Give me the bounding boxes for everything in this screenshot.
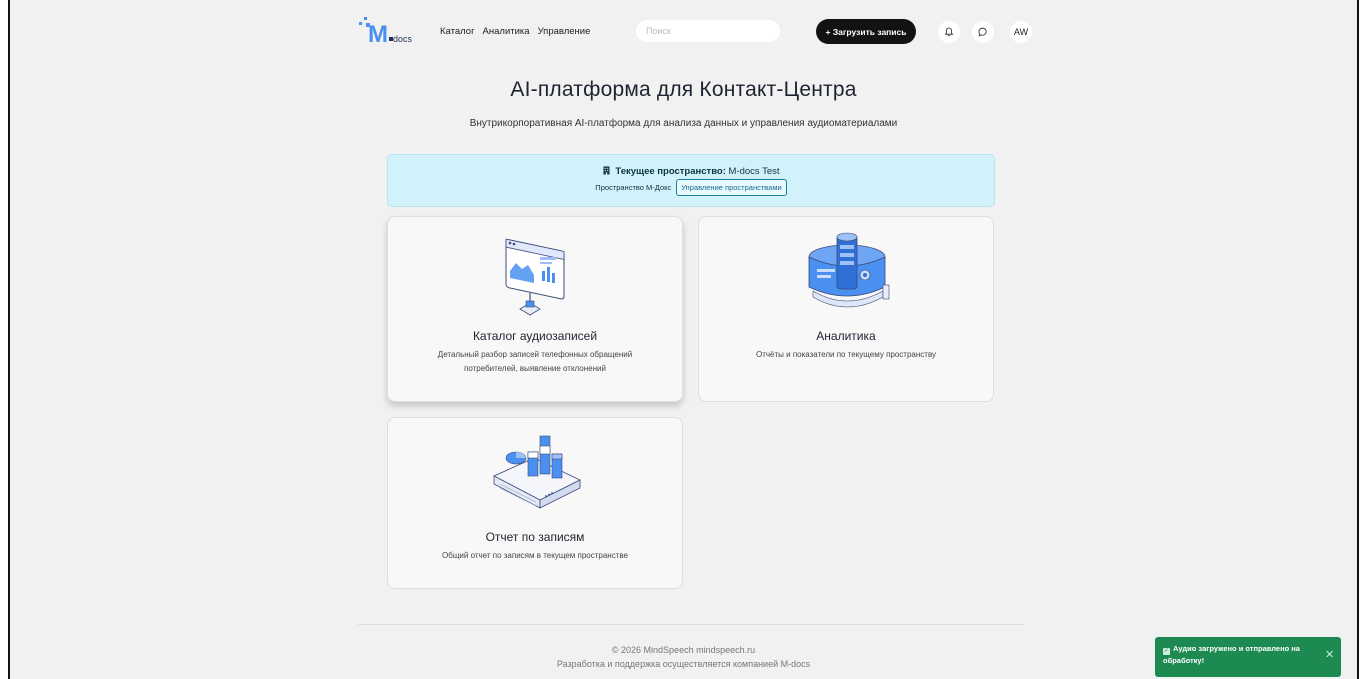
space-org-line: Пространство М-Докс Управление пространс…	[388, 179, 994, 196]
card-records-report[interactable]: Отчет по записям Общий отчет по записям …	[387, 417, 683, 589]
bell-icon	[944, 27, 954, 37]
card-description: Общий отчет по записям в текущем простра…	[408, 549, 662, 563]
app-frame: M docs Каталог Аналитика Управление + За…	[8, 0, 1359, 679]
card-description: Отчёты и показатели по текущему простран…	[719, 348, 973, 362]
footer-divider	[358, 624, 1024, 625]
card-description: Детальный разбор записей телефонных обра…	[408, 348, 662, 376]
svg-text:docs: docs	[393, 34, 413, 44]
main-nav: Каталог Аналитика Управление	[440, 26, 590, 37]
manage-spaces-button[interactable]: Управление пространствами	[676, 179, 787, 196]
user-avatar[interactable]: AW	[1010, 21, 1032, 43]
card-description-line: Детальный разбор записей телефонных обра…	[437, 350, 633, 359]
logo-icon: M docs	[359, 17, 413, 48]
nav-catalog[interactable]: Каталог	[440, 26, 475, 37]
current-space-line: Текущее пространство: M-docs Test	[388, 166, 994, 177]
nav-analytics[interactable]: Аналитика	[483, 26, 530, 37]
close-icon[interactable]: ✕	[1325, 650, 1335, 661]
messages-button[interactable]	[972, 21, 994, 43]
building-icon	[603, 166, 610, 175]
space-org-name: Пространство М-Докс	[595, 183, 672, 192]
card-analytics[interactable]: Аналитика Отчёты и показатели по текущем…	[698, 216, 994, 402]
card-description-line: потребителей, выявление отклонений	[464, 364, 606, 373]
svg-text:M: M	[368, 21, 388, 48]
analytics-illustration-icon	[808, 232, 890, 308]
upload-record-button[interactable]: + Загрузить запись	[816, 19, 916, 44]
checkbox-checked-icon: ✓	[1163, 648, 1170, 655]
card-audio-catalog[interactable]: Каталог аудиозаписей Детальный разбор за…	[387, 216, 683, 402]
notifications-button[interactable]	[938, 21, 960, 43]
search-input[interactable]	[636, 20, 780, 42]
current-space-label: Текущее пространство:	[615, 166, 726, 177]
chat-bubble-icon	[978, 27, 987, 37]
page-title: AI-платформа для Контакт-Центра	[510, 78, 857, 101]
card-description-line: Отчёты и показатели по текущему простран…	[755, 350, 937, 359]
card-title: Отчет по записям	[485, 530, 585, 544]
card-title: Аналитика	[816, 329, 876, 343]
current-space-banner: Текущее пространство: M-docs Test Простр…	[387, 154, 995, 207]
catalog-illustration-icon	[505, 238, 565, 316]
nav-management[interactable]: Управление	[538, 26, 591, 37]
toast-line: обработку!	[1163, 656, 1205, 665]
top-nav: M docs Каталог Аналитика Управление + За…	[358, 14, 1038, 50]
upload-success-toast: ✓ Аудио загружено и отправлено на обработ…	[1155, 637, 1341, 677]
report-illustration-icon	[493, 435, 581, 509]
card-description-line: Общий отчет по записям в текущем простра…	[442, 551, 628, 560]
card-title: Каталог аудиозаписей	[472, 329, 598, 343]
page-subtitle: Внутрикорпоративная AI-платформа для ана…	[469, 118, 898, 129]
toast-line: Аудио загружено и отправлено на	[1173, 644, 1300, 653]
m-docs-logo[interactable]: M docs	[358, 14, 418, 48]
current-space-name: M-docs Test	[728, 166, 780, 177]
toast-message: ✓ Аудио загружено и отправлено на	[1163, 643, 1333, 655]
